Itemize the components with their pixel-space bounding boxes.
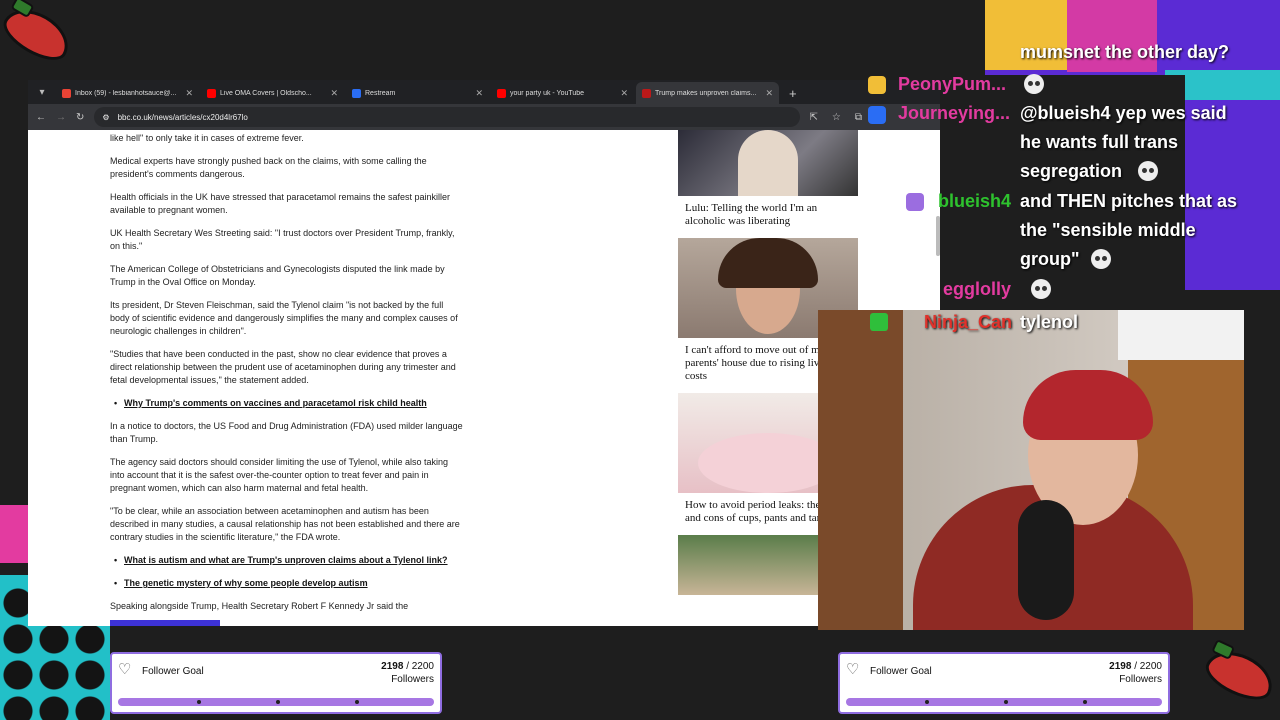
browser-tab-active[interactable]: Trump makes unproven claims... ✕ <box>636 82 779 104</box>
new-tab-button[interactable]: + <box>781 86 805 101</box>
chat-username: Journeying... <box>898 103 1011 123</box>
bookmark-star-icon[interactable]: ☆ <box>832 112 841 123</box>
microphone <box>1018 500 1074 620</box>
chat-username: egglolly <box>943 279 1012 299</box>
page-scrollbar[interactable] <box>936 216 940 256</box>
subscriber-badge-icon <box>868 76 886 94</box>
browser-tab[interactable]: Live OMA Covers | Oldscho... ✕ <box>201 82 344 104</box>
article-paragraph: The American College of Obstetricians an… <box>110 264 445 287</box>
goal-count: 2198 / 2200 Followers <box>381 661 434 685</box>
site-info-icon[interactable]: ⚙ <box>102 113 109 122</box>
browser-tab[interactable]: Restream ✕ <box>346 82 489 104</box>
skull-emote-icon <box>1138 161 1158 181</box>
decoration-block <box>0 505 30 563</box>
chat-username: Ninja_Can <box>924 312 1013 332</box>
chat-message-text: tylenol <box>1020 312 1079 332</box>
youtube-icon <box>207 88 216 98</box>
restream-icon <box>352 88 361 98</box>
goal-count: 2198 / 2200 Followers <box>1109 661 1162 685</box>
article-paragraph: Medical experts have strongly pushed bac… <box>110 156 427 179</box>
bbc-icon <box>642 88 651 98</box>
chat-username: blueish4 <box>938 191 1012 211</box>
close-icon[interactable]: ✕ <box>330 88 338 99</box>
close-icon[interactable]: ✕ <box>475 88 483 99</box>
article-paragraph: Health officials in the UK have stressed… <box>110 192 451 215</box>
article-paragraph: In a notice to doctors, the US Food and … <box>110 421 463 444</box>
sword-badge-icon <box>870 313 888 331</box>
heart-icon: ♡ <box>846 661 860 678</box>
article-paragraph: Its president, Dr Steven Fleischman, sai… <box>110 300 458 336</box>
gmail-icon <box>62 88 71 98</box>
chat-message-text: mumsnet the other day? <box>1020 42 1230 62</box>
skull-emote-icon <box>1031 279 1051 299</box>
reload-icon[interactable]: ↻ <box>76 112 84 123</box>
article-paragraph: The agency said doctors should consider … <box>110 457 449 493</box>
tab-search-icon[interactable]: ▾ <box>34 84 50 100</box>
follower-goal-widget: ♡ Follower Goal 2198 / 2200 Followers <box>838 652 1170 714</box>
thumbnail-image[interactable] <box>678 130 858 196</box>
chat-username: PeonyPum... <box>898 74 1007 94</box>
browser-tab[interactable]: Inbox (59) - lesbianhotsauce@... ✕ <box>56 82 199 104</box>
forward-icon[interactable]: → <box>56 112 66 123</box>
skull-emote-icon <box>1024 74 1044 94</box>
article-related-link[interactable]: Why Trump's comments on vaccines and par… <box>110 397 465 410</box>
close-icon[interactable]: ✕ <box>185 88 193 99</box>
article-paragraph: like hell" to only take it in cases of e… <box>110 133 304 143</box>
skull-emote-icon <box>1091 249 1111 269</box>
goal-progress-bar <box>118 698 434 706</box>
back-icon[interactable]: ← <box>36 112 46 123</box>
extensions-icon[interactable]: ⧉ <box>855 112 862 123</box>
chili-pepper-decoration <box>0 0 78 69</box>
bbc-article-page: like hell" to only take it in cases of e… <box>28 130 940 626</box>
close-icon[interactable]: ✕ <box>765 88 773 99</box>
browser-window: ▾ Inbox (59) - lesbianhotsauce@... ✕ Liv… <box>28 80 940 626</box>
article-paragraph: Speaking alongside Trump, Health Secreta… <box>110 601 409 611</box>
article-body: like hell" to only take it in cases of e… <box>110 130 465 613</box>
youtube-icon <box>497 88 506 98</box>
bbc-promo-strip <box>110 620 220 626</box>
chili-pepper-decoration <box>1199 642 1280 708</box>
browser-toolbar: ← → ↻ ⚙ bbc.co.uk/news/articles/cx20d4lr… <box>28 104 940 130</box>
article-related-link[interactable]: The genetic mystery of why some people d… <box>110 577 465 590</box>
url-text: bbc.co.uk/news/articles/cx20d4lr67lo <box>117 112 248 122</box>
moderator-badge-icon <box>868 106 886 124</box>
follower-goal-widget: ♡ Follower Goal 2198 / 2200 Followers <box>110 652 442 714</box>
article-related-link[interactable]: What is autism and what are Trump's unpr… <box>110 554 465 567</box>
browser-tab[interactable]: your party uk - YouTube ✕ <box>491 82 634 104</box>
heart-icon: ♡ <box>118 661 132 678</box>
article-paragraph: UK Health Secretary Wes Streeting said: … <box>110 228 455 251</box>
flower-badge-icon <box>906 193 924 211</box>
article-paragraph: "Studies that have been conducted in the… <box>110 349 456 385</box>
install-icon[interactable]: ⇱ <box>810 112 818 123</box>
address-bar[interactable]: ⚙ bbc.co.uk/news/articles/cx20d4lr67lo <box>94 107 800 127</box>
goal-progress-bar <box>846 698 1162 706</box>
card-headline[interactable]: Lulu: Telling the world I'm an alcoholic… <box>678 196 858 238</box>
stream-overlay: ▾ Inbox (59) - lesbianhotsauce@... ✕ Liv… <box>0 0 1280 720</box>
close-icon[interactable]: ✕ <box>620 88 628 99</box>
chat-message-text: @blueish4 yep wes said he wants full tra… <box>1020 103 1227 181</box>
tab-bar: ▾ Inbox (59) - lesbianhotsauce@... ✕ Liv… <box>28 80 940 104</box>
article-paragraph: "To be clear, while an association betwe… <box>110 506 460 542</box>
chat-message-text: and THEN pitches that as the "sensible m… <box>1020 191 1238 269</box>
webcam-feed: Ninja_Can tylenol <box>818 310 1244 630</box>
